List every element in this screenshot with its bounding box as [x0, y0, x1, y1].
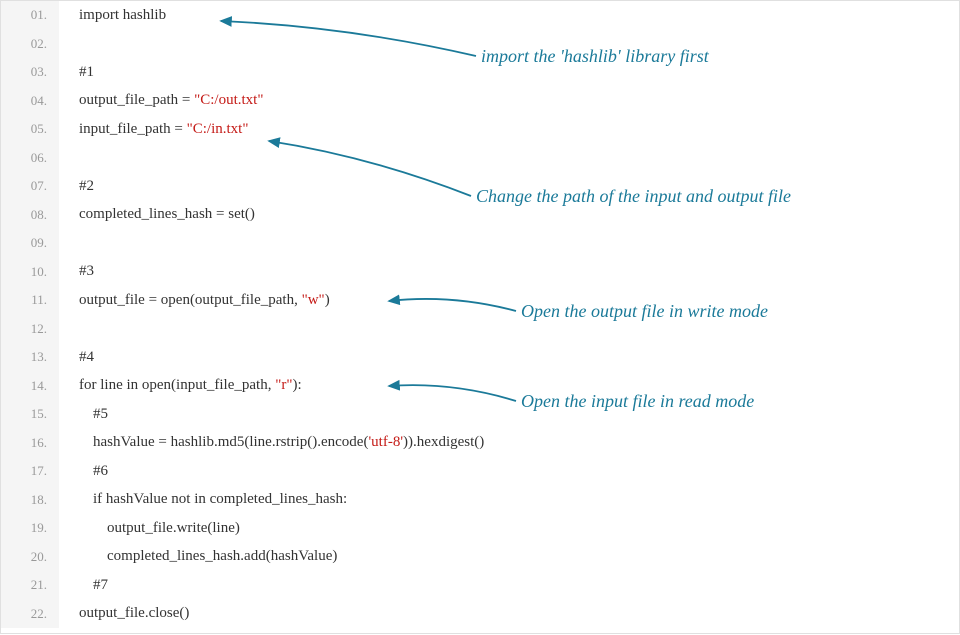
code-line: 22.output_file.close(): [1, 600, 959, 629]
code-content: output_file_path = "C:/out.txt": [59, 92, 263, 109]
code-content: #4: [59, 349, 94, 366]
line-number: 21.: [1, 571, 59, 600]
line-number: 06.: [1, 144, 59, 173]
line-number: 10.: [1, 258, 59, 287]
code-lines: 01.import hashlib02.03.#104.output_file_…: [1, 1, 959, 628]
code-content: #3: [59, 263, 94, 280]
code-line: 12.: [1, 315, 959, 344]
code-line: 01.import hashlib: [1, 1, 959, 30]
line-number: 14.: [1, 372, 59, 401]
line-number: 08.: [1, 201, 59, 230]
line-number: 18.: [1, 486, 59, 515]
code-content: output_file.close(): [59, 605, 189, 622]
line-number: 20.: [1, 543, 59, 572]
code-content: for line in open(input_file_path, "r"):: [59, 377, 302, 394]
line-number: 11.: [1, 286, 59, 315]
code-line: 02.: [1, 30, 959, 59]
code-content: completed_lines_hash = set(): [59, 206, 255, 223]
code-line: 10.#3: [1, 258, 959, 287]
code-content: input_file_path = "C:/in.txt": [59, 121, 248, 138]
code-line: 11.output_file = open(output_file_path, …: [1, 286, 959, 315]
line-number: 22.: [1, 600, 59, 629]
line-number: 19.: [1, 514, 59, 543]
code-content: #2: [59, 178, 94, 195]
code-line: 06.: [1, 144, 959, 173]
code-content: hashValue = hashlib.md5(line.rstrip().en…: [59, 434, 484, 451]
line-number: 12.: [1, 315, 59, 344]
code-line: 21.#7: [1, 571, 959, 600]
line-number: 02.: [1, 30, 59, 59]
code-content: #1: [59, 64, 94, 81]
code-line: 07.#2: [1, 172, 959, 201]
code-line: 03.#1: [1, 58, 959, 87]
line-number: 13.: [1, 343, 59, 372]
code-line: 13.#4: [1, 343, 959, 372]
code-content: completed_lines_hash.add(hashValue): [59, 548, 337, 565]
line-number: 09.: [1, 229, 59, 258]
code-viewer: 01.import hashlib02.03.#104.output_file_…: [0, 0, 960, 634]
line-number: 07.: [1, 172, 59, 201]
code-line: 18.if hashValue not in completed_lines_h…: [1, 486, 959, 515]
code-line: 16.hashValue = hashlib.md5(line.rstrip()…: [1, 429, 959, 458]
code-line: 08.completed_lines_hash = set(): [1, 201, 959, 230]
code-line: 04.output_file_path = "C:/out.txt": [1, 87, 959, 116]
code-line: 19.output_file.write(line): [1, 514, 959, 543]
code-content: #7: [59, 577, 108, 594]
code-line: 05.input_file_path = "C:/in.txt": [1, 115, 959, 144]
code-line: 17.#6: [1, 457, 959, 486]
line-number: 17.: [1, 457, 59, 486]
line-number: 16.: [1, 429, 59, 458]
code-content: #5: [59, 406, 108, 423]
code-content: output_file.write(line): [59, 520, 240, 537]
code-content: import hashlib: [59, 7, 166, 24]
line-number: 05.: [1, 115, 59, 144]
line-number: 03.: [1, 58, 59, 87]
line-number: 01.: [1, 1, 59, 30]
code-line: 20.completed_lines_hash.add(hashValue): [1, 543, 959, 572]
code-content: output_file = open(output_file_path, "w"…: [59, 292, 330, 309]
code-line: 14.for line in open(input_file_path, "r"…: [1, 372, 959, 401]
code-content: if hashValue not in completed_lines_hash…: [59, 491, 347, 508]
line-number: 15.: [1, 400, 59, 429]
code-line: 09.: [1, 229, 959, 258]
line-number: 04.: [1, 87, 59, 116]
code-content: #6: [59, 463, 108, 480]
code-line: 15.#5: [1, 400, 959, 429]
